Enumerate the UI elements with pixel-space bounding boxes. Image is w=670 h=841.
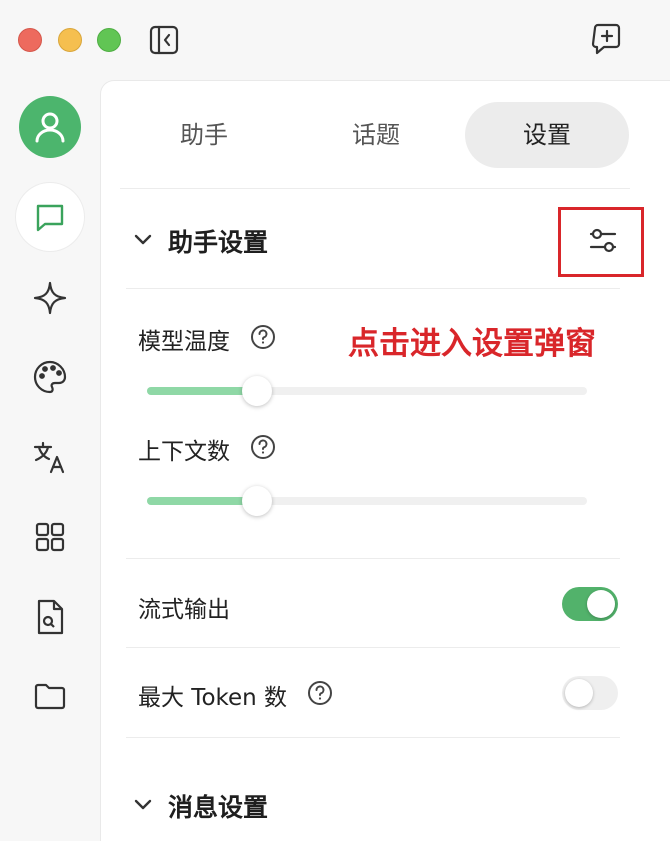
temperature-slider-thumb[interactable] xyxy=(242,376,272,406)
sidebar-item-apps[interactable] xyxy=(30,517,70,557)
tab-settings[interactable]: 设置 xyxy=(465,102,629,168)
tabs-divider xyxy=(120,188,630,189)
assistant-settings-title[interactable]: 助手设置 xyxy=(168,223,268,259)
folder-icon xyxy=(34,683,66,710)
section-divider xyxy=(126,737,620,738)
sidebar-item-agents[interactable] xyxy=(30,278,70,318)
new-topic-icon[interactable] xyxy=(590,22,624,56)
sidebar-item-paintings[interactable] xyxy=(30,357,70,397)
section-divider xyxy=(126,647,620,648)
tab-topics[interactable]: 话题 xyxy=(296,102,456,168)
translate-icon xyxy=(33,441,65,474)
sidebar-item-translate[interactable] xyxy=(30,437,70,477)
max-tokens-toggle[interactable] xyxy=(562,676,618,710)
minimize-window-button[interactable] xyxy=(58,28,82,52)
stream-output-label: 流式输出 xyxy=(138,597,230,623)
temperature-label: 模型温度 xyxy=(138,329,230,355)
stream-output-toggle[interactable] xyxy=(562,587,618,621)
apps-grid-icon xyxy=(35,522,65,552)
max-tokens-label: 最大 Token 数 xyxy=(138,685,288,711)
annotation-text: 点击进入设置弹窗 xyxy=(348,326,596,362)
tab-assistants[interactable]: 助手 xyxy=(124,102,284,168)
help-icon[interactable] xyxy=(250,434,276,460)
close-window-button[interactable] xyxy=(18,28,42,52)
palette-icon xyxy=(33,360,67,394)
temperature-slider-fill xyxy=(147,387,257,395)
toggle-knob xyxy=(587,590,615,618)
section-divider xyxy=(126,288,620,289)
avatar[interactable] xyxy=(19,96,81,158)
context-count-label: 上下文数 xyxy=(138,439,230,465)
sliders-icon[interactable] xyxy=(587,225,619,257)
sidebar-toggle-icon[interactable] xyxy=(148,24,180,56)
sidebar-item-knowledge[interactable] xyxy=(30,597,70,637)
file-search-icon xyxy=(37,599,64,635)
context-count-slider-fill xyxy=(147,497,257,505)
chevron-down-icon[interactable] xyxy=(132,793,154,815)
context-count-slider-thumb[interactable] xyxy=(242,486,272,516)
message-settings-title[interactable]: 消息设置 xyxy=(168,788,268,824)
section-divider xyxy=(126,558,620,559)
help-icon[interactable] xyxy=(250,324,276,350)
chevron-down-icon[interactable] xyxy=(132,228,154,250)
user-icon xyxy=(35,112,65,143)
chat-icon xyxy=(30,197,70,237)
sidebar-item-files[interactable] xyxy=(30,676,70,716)
sparkle-icon xyxy=(33,281,67,315)
maximize-window-button[interactable] xyxy=(97,28,121,52)
toggle-knob xyxy=(565,679,593,707)
help-icon[interactable] xyxy=(307,680,333,706)
